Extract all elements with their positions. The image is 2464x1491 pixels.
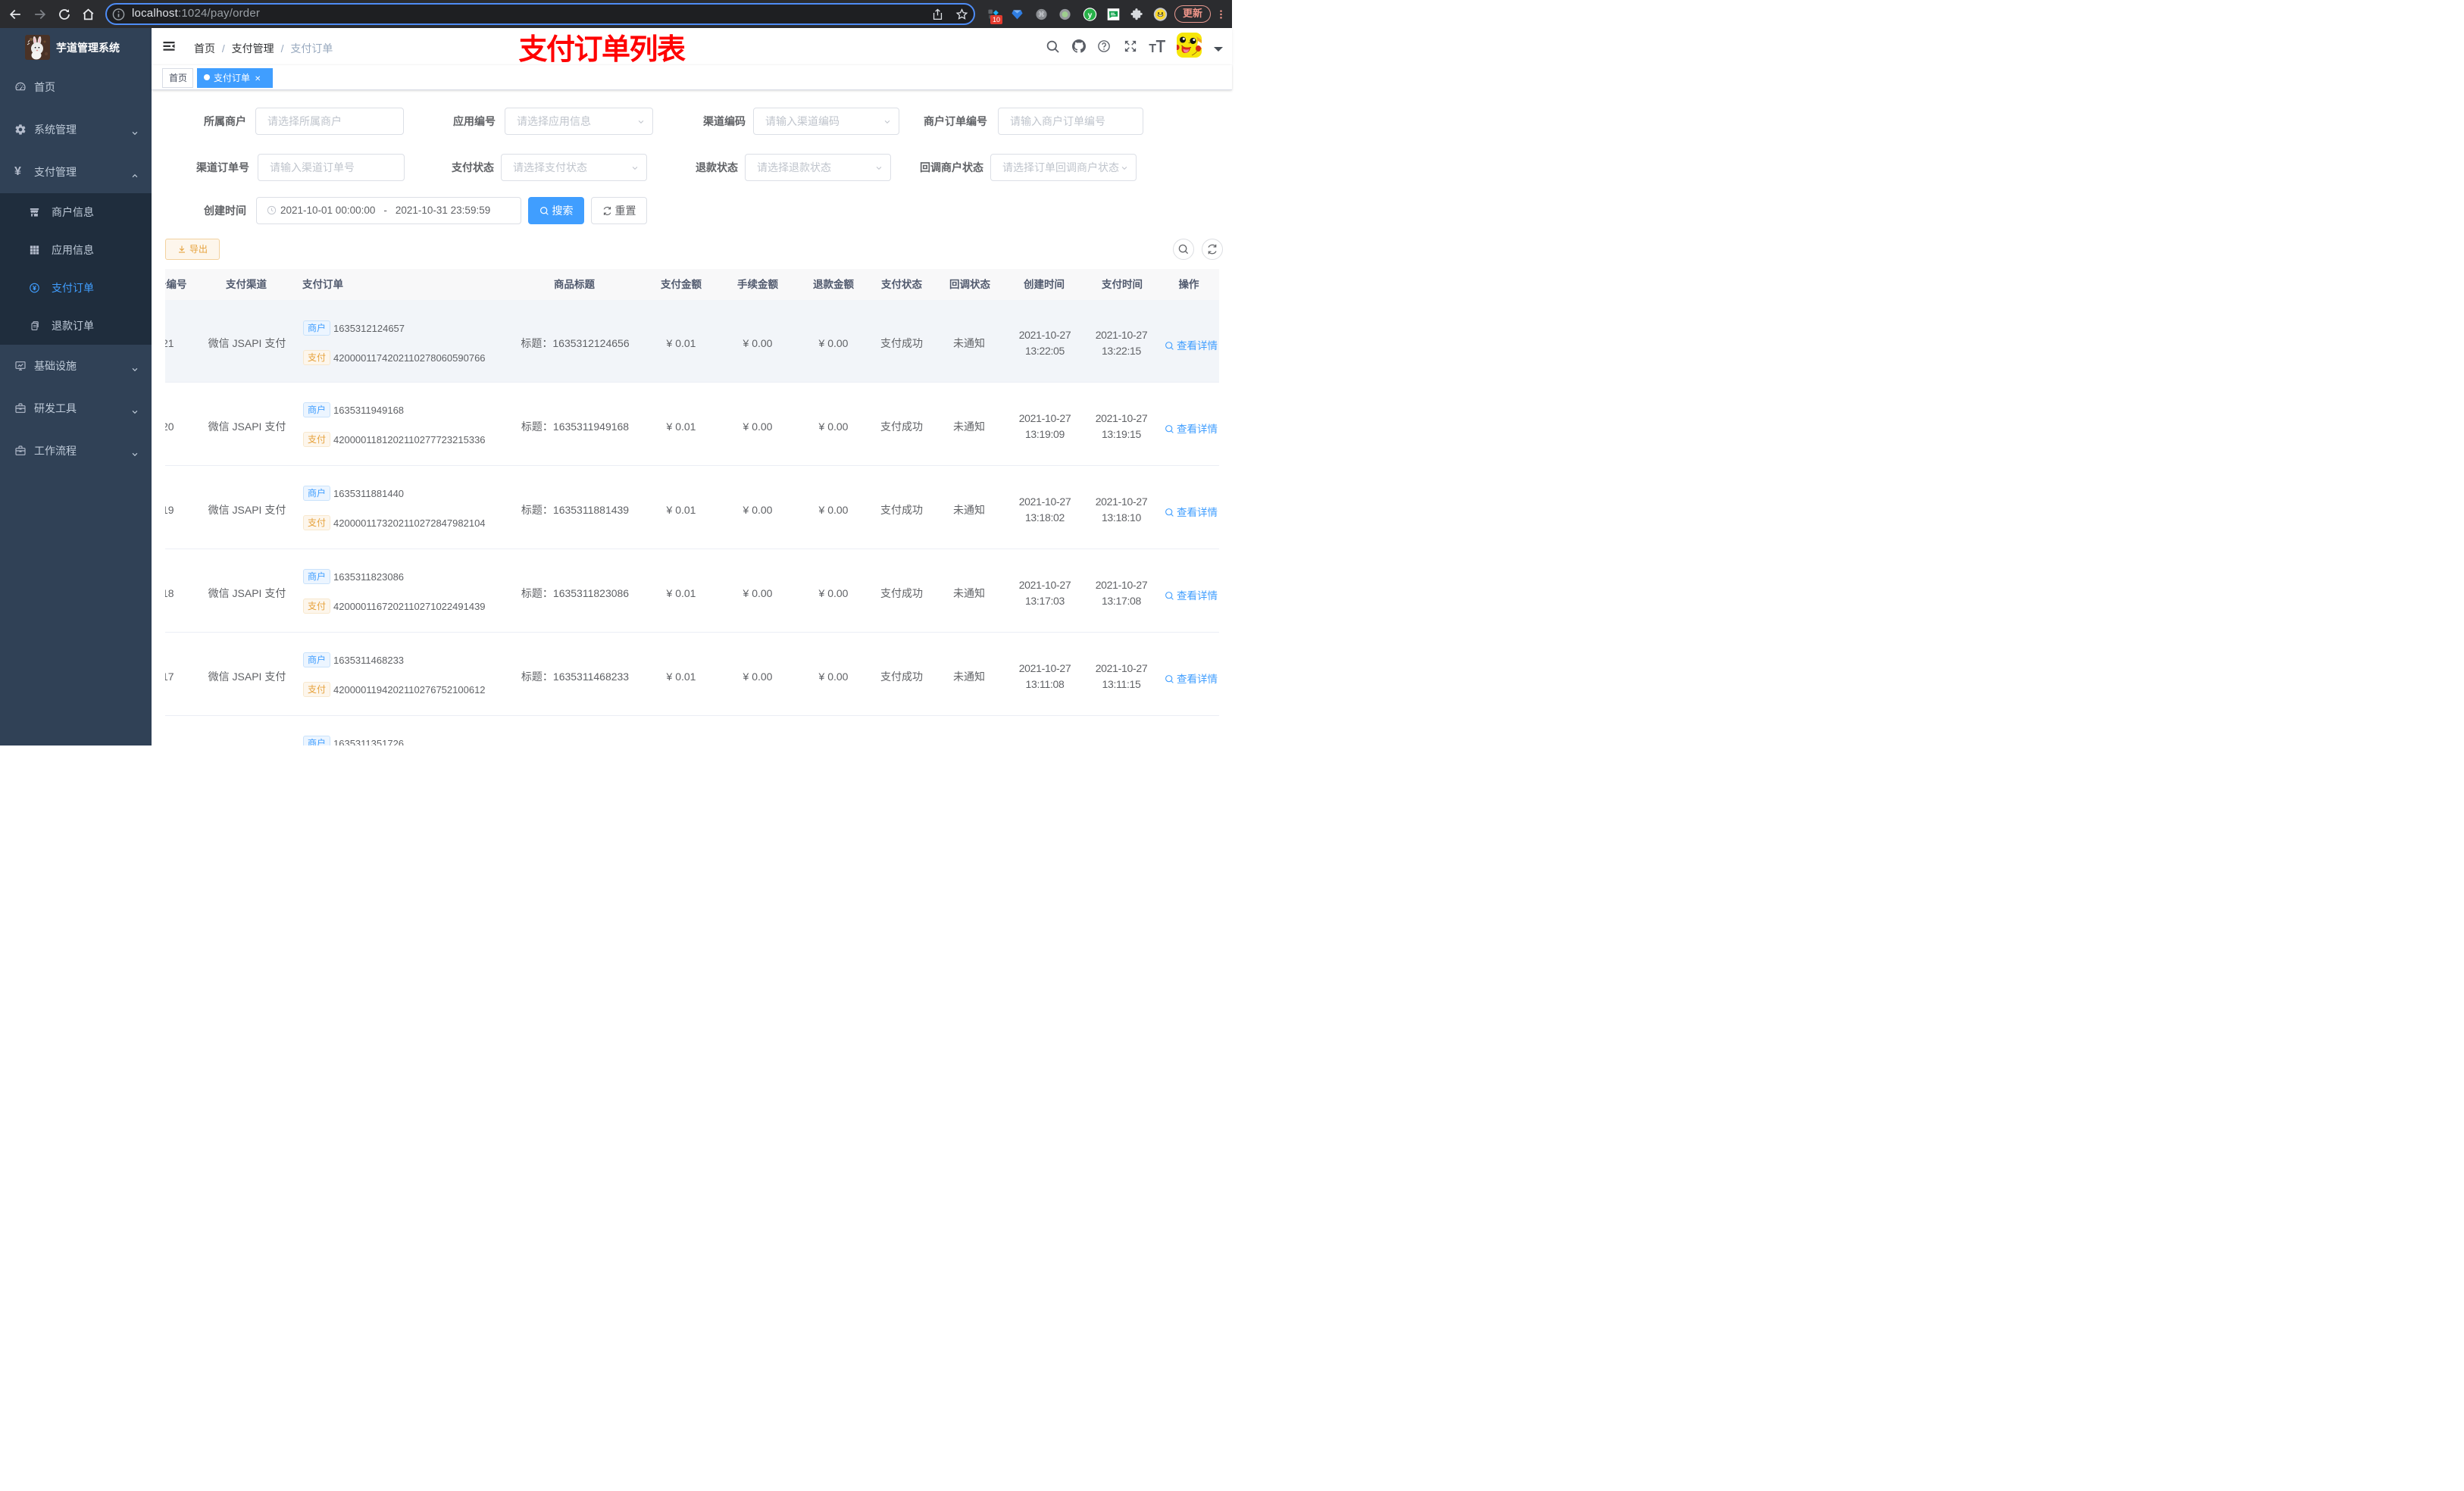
svg-text:y: y bbox=[1088, 11, 1093, 19]
svg-text:⌘: ⌘ bbox=[1038, 11, 1045, 18]
